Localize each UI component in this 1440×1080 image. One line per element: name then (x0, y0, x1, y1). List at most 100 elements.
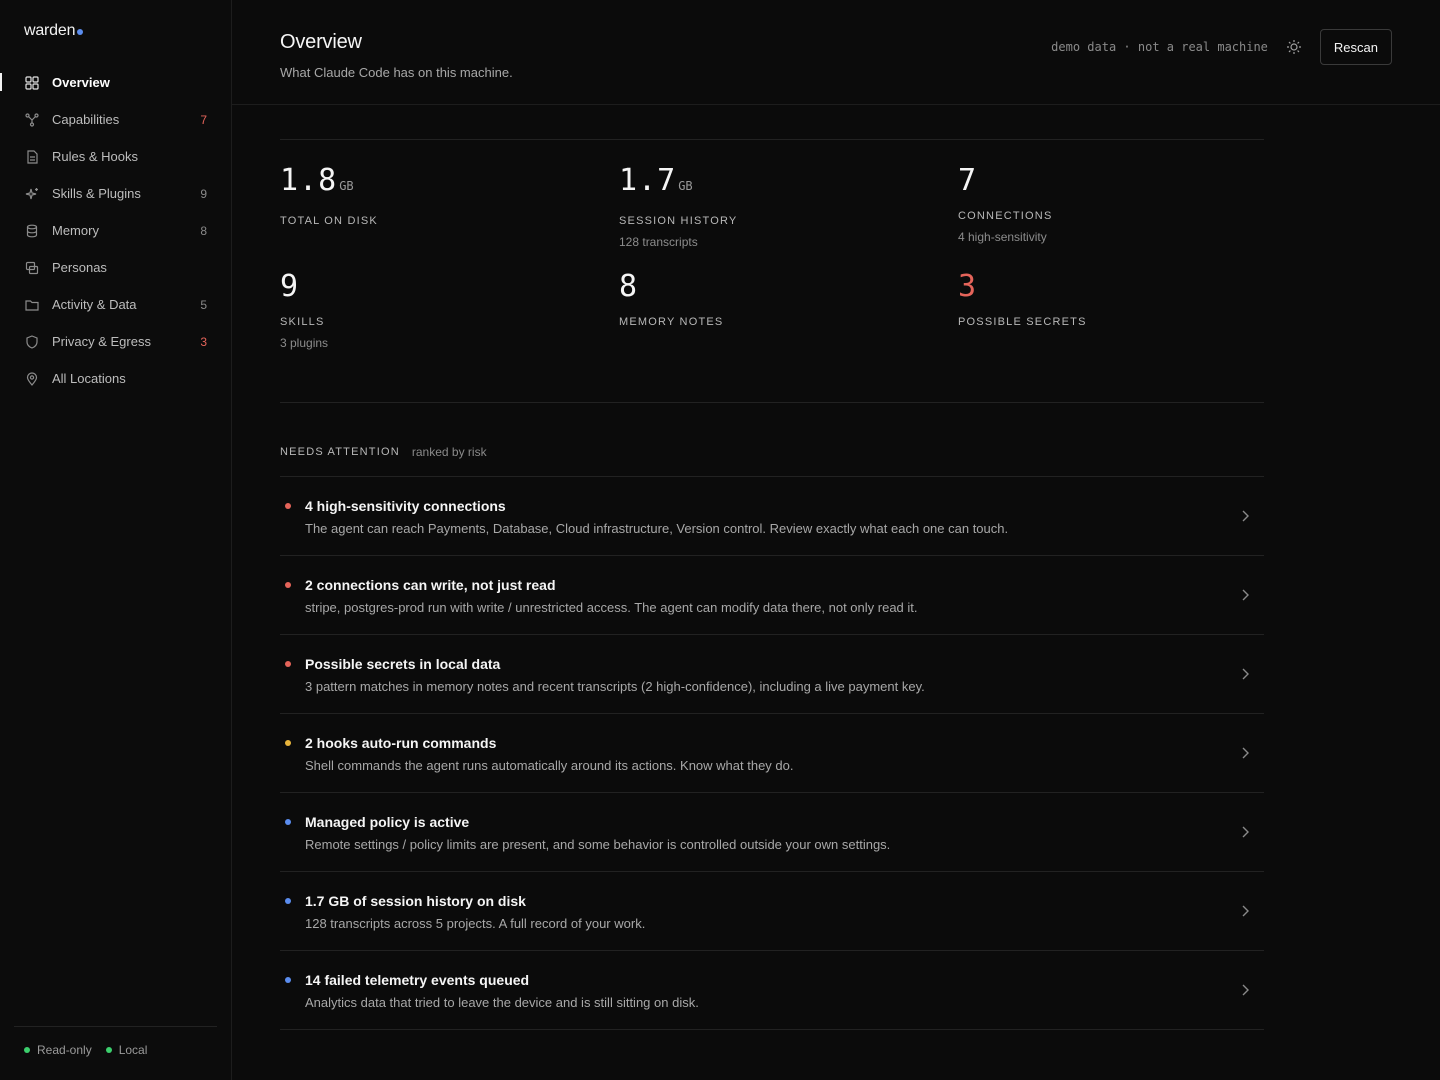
sidebar-item-label: Memory (52, 223, 99, 238)
attention-item-title: 2 connections can write, not just read (305, 577, 556, 593)
stat-possible-secrets: 3 POSSIBLE SECRETS (958, 270, 1264, 402)
attention-item[interactable]: 4 high-sensitivity connections The agent… (280, 477, 1264, 556)
brand-name: warden (24, 22, 76, 39)
sidebar-item-count: 5 (200, 297, 207, 312)
map-pin-icon (24, 371, 40, 387)
stat-label: SESSION HISTORY (619, 215, 738, 227)
stat-value: 1.8 GB (280, 163, 354, 198)
stat-unit: GB (339, 179, 354, 193)
page-header: Overview What Claude Code has on this ma… (232, 0, 1440, 105)
grid-icon (24, 75, 40, 91)
copy-icon (24, 260, 40, 276)
brand-logo[interactable]: warden (24, 22, 84, 40)
sidebar-item-privacy-egress[interactable]: Privacy & Egress 3 (0, 323, 231, 360)
stat-label: TOTAL ON DISK (280, 215, 378, 227)
sidebar-item-label: All Locations (52, 371, 126, 386)
attention-item-title: Possible secrets in local data (305, 656, 501, 672)
sidebar-item-label: Capabilities (52, 112, 120, 127)
stat-sub: 128 transcripts (619, 235, 698, 249)
attention-item-title: 1.7 GB of session history on disk (305, 893, 526, 909)
section-title: NEEDS ATTENTION (280, 446, 400, 458)
status-dot-icon (105, 1047, 112, 1053)
attention-item[interactable]: 2 hooks auto-run commands Shell commands… (280, 714, 1264, 793)
page-subtitle: What Claude Code has on this machine. (280, 65, 513, 80)
rescan-button[interactable]: Rescan (1319, 29, 1392, 65)
sidebar-item-rules-hooks[interactable]: Rules & Hooks (0, 138, 231, 175)
sun-icon[interactable] (1286, 39, 1302, 55)
attention-item[interactable]: 2 connections can write, not just read s… (280, 556, 1264, 635)
demo-data-note: demo data · not a real machine (1051, 40, 1268, 54)
sidebar-item-skills-plugins[interactable]: Skills & Plugins 9 (0, 175, 231, 212)
severity-info-dot (285, 977, 291, 983)
sidebar-item-all-locations[interactable]: All Locations (0, 360, 231, 397)
sidebar-item-label: Activity & Data (52, 297, 137, 312)
severity-info-dot (285, 819, 291, 825)
stat-connections: 7 CONNECTIONS 4 high-sensitivity (958, 164, 1264, 270)
stat-session-history: 1.7 GB SESSION HISTORY 128 transcripts (619, 164, 958, 270)
sidebar-item-count: 3 (200, 334, 207, 349)
attention-item[interactable]: 14 failed telemetry events queued Analyt… (280, 951, 1264, 1030)
stat-label: MEMORY NOTES (619, 316, 724, 328)
brand-dot-icon (77, 29, 84, 35)
severity-high-dot (285, 661, 291, 667)
section-subtitle: ranked by risk (411, 445, 487, 459)
sidebar-item-count: 7 (200, 112, 207, 127)
chevron-right-icon (1240, 904, 1250, 918)
stat-value: 1.7 GB (619, 163, 693, 198)
branch-icon (24, 112, 40, 128)
attention-item[interactable]: 1.7 GB of session history on disk 128 tr… (280, 872, 1264, 951)
chevron-right-icon (1240, 746, 1250, 760)
stat-value: 8 (619, 269, 639, 304)
attention-item-title: 4 high-sensitivity connections (305, 498, 506, 514)
chevron-right-icon (1240, 983, 1250, 997)
stat-label: POSSIBLE SECRETS (958, 316, 1087, 328)
severity-high-dot (285, 582, 291, 588)
document-icon (24, 149, 40, 165)
readonly-status: Read-only (24, 1043, 92, 1057)
severity-medium-dot (285, 740, 291, 746)
severity-info-dot (285, 898, 291, 904)
sidebar-item-count: 9 (200, 186, 207, 201)
stat-skills: 9 SKILLS 3 plugins (280, 270, 619, 402)
stat-total-on-disk: 1.8 GB TOTAL ON DISK (280, 164, 619, 270)
sidebar-item-label: Skills & Plugins (52, 186, 141, 201)
local-status: Local (105, 1043, 147, 1057)
folder-icon (24, 297, 40, 313)
sidebar-nav: Overview Capabilities 7 Rules & Hooks Sk… (0, 64, 231, 397)
database-icon (24, 223, 40, 239)
stat-sub: 3 plugins (280, 336, 329, 350)
attention-item-desc: The agent can reach Payments, Database, … (305, 521, 1009, 536)
attention-item-title: 2 hooks auto-run commands (305, 735, 497, 751)
header-actions: demo data · not a real machine Rescan (1051, 29, 1392, 65)
sidebar-item-label: Overview (52, 75, 110, 90)
attention-item-desc: Shell commands the agent runs automatica… (305, 758, 794, 773)
chevron-right-icon (1240, 667, 1250, 681)
attention-item-title: Managed policy is active (305, 814, 470, 830)
stat-sub: 4 high-sensitivity (958, 230, 1047, 244)
attention-item[interactable]: Possible secrets in local data 3 pattern… (280, 635, 1264, 714)
sidebar-item-label: Privacy & Egress (52, 334, 151, 349)
readonly-label: Read-only (37, 1043, 92, 1057)
sidebar: warden Overview Capabilities 7 Rules & H… (0, 0, 232, 1080)
stat-label: CONNECTIONS (958, 210, 1053, 222)
sidebar-item-capabilities[interactable]: Capabilities 7 (0, 101, 231, 138)
stats-grid: 1.8 GB TOTAL ON DISK 1.7 GB SESSION HISTOR… (280, 139, 1264, 403)
overview-content: 1.8 GB TOTAL ON DISK 1.7 GB SESSION HISTOR… (280, 139, 1264, 1030)
attention-item-desc: stripe, postgres-prod run with write / u… (305, 600, 918, 615)
sidebar-item-label: Personas (52, 260, 107, 275)
sidebar-item-personas[interactable]: Personas (0, 249, 231, 286)
attention-item[interactable]: Managed policy is active Remote settings… (280, 793, 1264, 872)
stat-value: 9 (280, 269, 300, 304)
shield-icon (24, 334, 40, 350)
attention-item-desc: Analytics data that tried to leave the d… (305, 995, 699, 1010)
sidebar-item-label: Rules & Hooks (52, 149, 138, 164)
stat-value: 7 (958, 163, 978, 198)
stat-label: SKILLS (280, 316, 325, 328)
sidebar-item-overview[interactable]: Overview (0, 64, 231, 101)
chevron-right-icon (1240, 588, 1250, 602)
sidebar-item-memory[interactable]: Memory 8 (0, 212, 231, 249)
sidebar-item-count: 8 (200, 223, 207, 238)
sidebar-item-activity-data[interactable]: Activity & Data 5 (0, 286, 231, 323)
attention-item-title: 14 failed telemetry events queued (305, 972, 530, 988)
stat-value: 3 (958, 269, 978, 304)
